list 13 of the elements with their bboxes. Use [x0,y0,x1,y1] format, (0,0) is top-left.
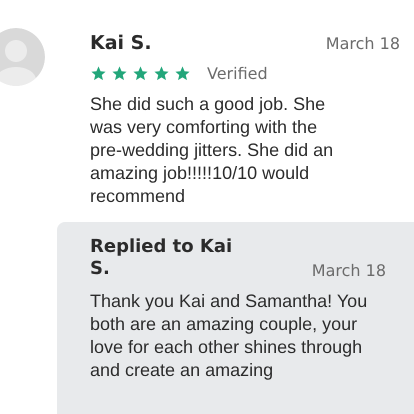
star-icon [132,65,149,82]
reviewer-name: Kai S. [90,32,152,54]
review-date: March 18 [326,34,400,53]
star-icon [111,65,128,82]
avatar-icon [0,28,45,86]
star-icon [153,65,170,82]
star-icon [174,65,191,82]
review-text: She did such a good job. She was very comforting with the pre-wedding jitters. She did an amazing job!!!!!10/10 would recommend [90,93,334,208]
verified-label: Verified [207,64,268,83]
reply-text: Thank you Kai and Samantha! You both are an amazing couple, your love for each other shines through and create an amazing [90,290,368,382]
reply-date: March 18 [312,261,386,280]
star-icon [90,65,107,82]
reply-title: Replied to Kai S. [90,236,234,280]
